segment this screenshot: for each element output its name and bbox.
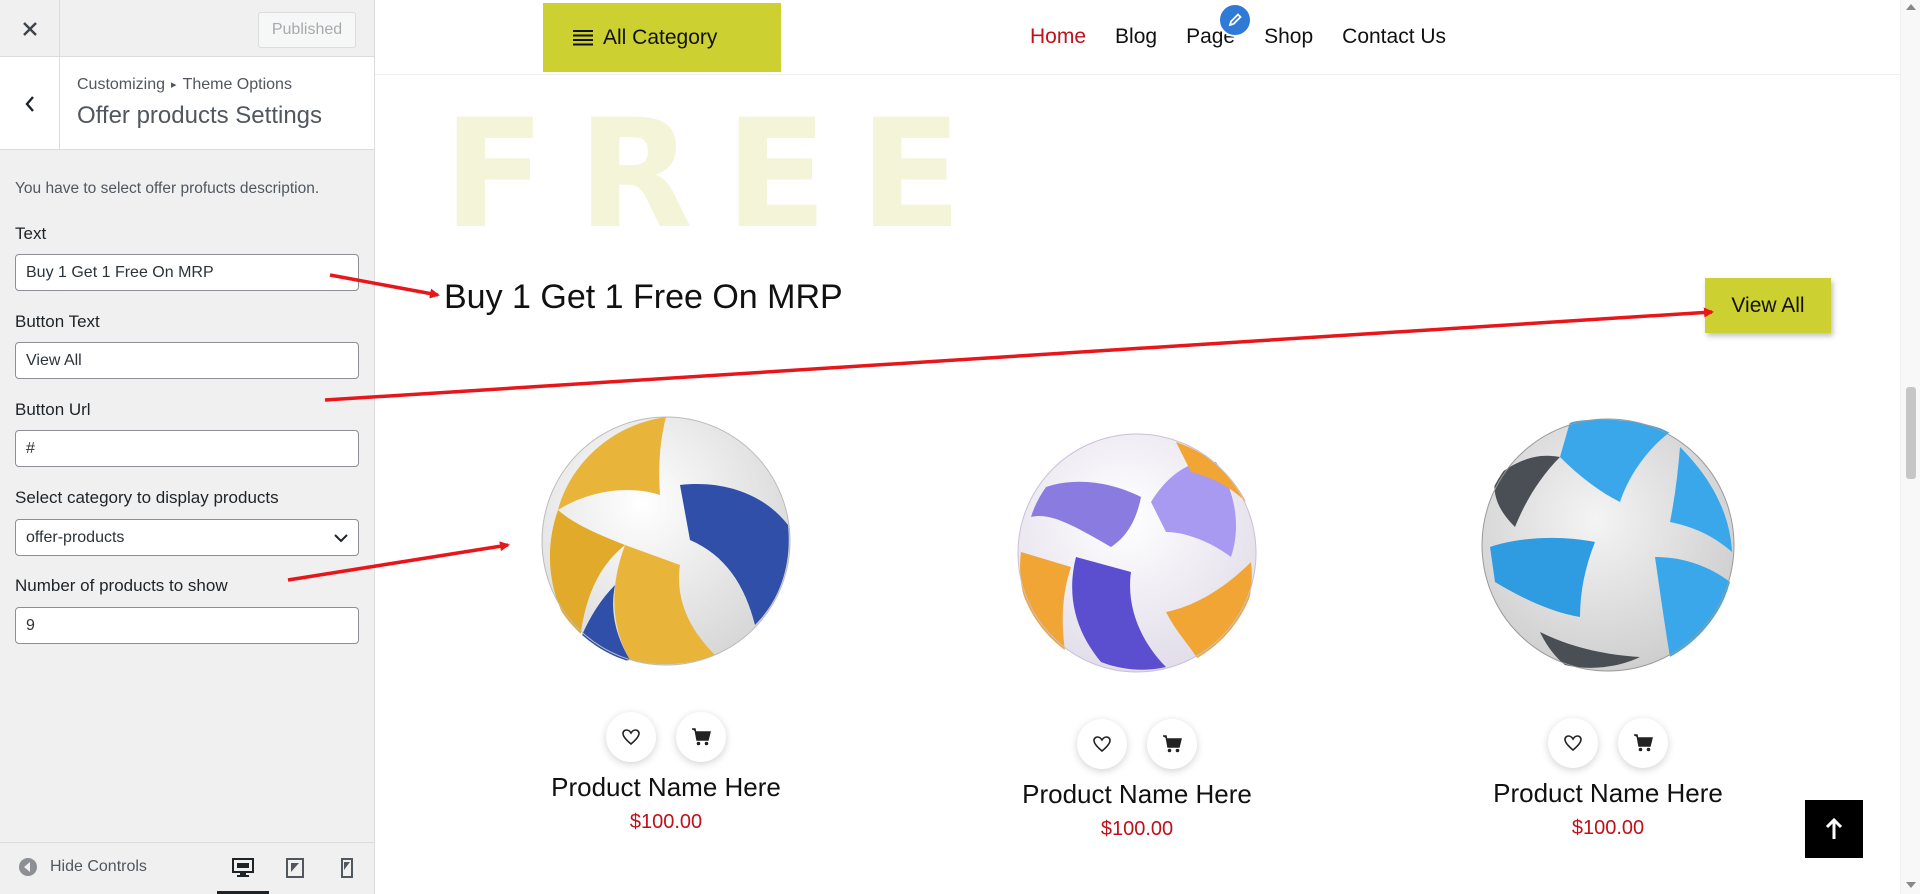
heart-icon <box>1564 735 1582 751</box>
published-button[interactable]: Published <box>258 12 356 48</box>
product-actions <box>521 712 811 762</box>
breadcrumb-separator-icon: ▸ <box>171 79 177 91</box>
chevron-left-icon <box>24 95 34 112</box>
product-card[interactable]: Product Name Here $100.00 <box>992 432 1282 841</box>
button-text-label: Button Text <box>15 312 100 331</box>
volleyball-purple-orange-image <box>1017 433 1257 673</box>
product-card[interactable]: Product Name Here $100.00 <box>521 415 811 834</box>
site-preview: All Category Home Blog Page Shop Contact… <box>375 0 1920 894</box>
cart-icon <box>1163 735 1182 753</box>
all-category-button[interactable]: All Category <box>543 3 781 72</box>
tablet-icon <box>286 858 304 878</box>
product-count-label: Number of products to show <box>15 576 228 595</box>
volleyball-sky-blue-image <box>1481 418 1735 672</box>
add-to-cart-button[interactable] <box>1618 718 1668 768</box>
cart-icon <box>1634 734 1653 752</box>
product-count-field[interactable]: 9 <box>15 607 359 644</box>
arrow-up-icon <box>1825 818 1843 839</box>
menu-item-blog[interactable]: Blog <box>1115 25 1157 49</box>
pencil-icon <box>1228 13 1242 27</box>
hide-controls-label: Hide Controls <box>50 858 147 875</box>
site-header: All Category Home Blog Page Shop Contact… <box>375 0 1900 75</box>
wishlist-button[interactable] <box>1548 718 1598 768</box>
cart-icon <box>692 728 711 746</box>
scroll-to-top-button[interactable] <box>1805 800 1863 858</box>
customizer-sidebar: Published Customizing ▸ Theme Options Offe… <box>0 0 375 894</box>
close-customizer-button[interactable] <box>0 0 60 57</box>
desktop-preview-button[interactable] <box>217 853 269 894</box>
product-price: $100.00 <box>629 811 703 833</box>
offer-background-word: FREE <box>443 88 994 262</box>
button-url-field[interactable]: # <box>15 430 359 467</box>
back-button[interactable] <box>0 57 60 150</box>
category-select-value: offer-products <box>26 528 125 546</box>
scroll-down-arrow-icon[interactable] <box>1906 882 1916 888</box>
scrollbar-thumb[interactable] <box>1906 387 1916 479</box>
product-price: $100.00 <box>1571 817 1645 839</box>
view-all-button[interactable]: View All <box>1705 278 1831 333</box>
button-url-label: Button Url <box>15 400 91 419</box>
volleyball-yellow-blue-image <box>541 416 791 666</box>
breadcrumb: Customizing ▸ Theme Options <box>77 76 292 94</box>
product-name[interactable]: Product Name Here <box>1463 778 1753 809</box>
mobile-preview-button[interactable] <box>329 853 365 883</box>
menu-item-contact[interactable]: Contact Us <box>1342 25 1446 49</box>
wishlist-button[interactable] <box>606 712 656 762</box>
desktop-icon <box>232 858 254 877</box>
heart-icon <box>1093 736 1111 752</box>
product-name[interactable]: Product Name Here <box>992 779 1282 810</box>
customizer-footer: Hide Controls <box>0 842 374 894</box>
panel-header: Customizing ▸ Theme Options Offer products… <box>0 57 374 150</box>
panel-description: You have to select offer profucts descri… <box>15 180 320 197</box>
add-to-cart-button[interactable] <box>676 712 726 762</box>
button-text-field[interactable]: View All <box>15 342 359 379</box>
tablet-preview-button[interactable] <box>277 853 313 883</box>
customizer-header: Published <box>0 0 374 57</box>
text-field-label: Text <box>15 224 47 243</box>
close-icon <box>22 21 37 36</box>
all-category-label: All Category <box>603 25 718 49</box>
menu-item-shop[interactable]: Shop <box>1264 25 1313 49</box>
heart-icon <box>622 729 640 745</box>
collapse-arrow-icon <box>19 858 37 876</box>
menu-item-home[interactable]: Home <box>1030 25 1086 49</box>
hamburger-icon <box>573 29 593 45</box>
category-select[interactable]: offer-products <box>15 519 359 556</box>
main-menu: Home Blog Page Shop Contact Us <box>1030 25 1475 49</box>
scroll-up-arrow-icon[interactable] <box>1906 4 1916 10</box>
category-select-label: Select category to display products <box>15 488 279 507</box>
hide-controls-button[interactable]: Hide Controls <box>18 857 147 877</box>
breadcrumb-root: Customizing <box>77 76 166 93</box>
product-actions <box>1463 718 1753 768</box>
product-name[interactable]: Product Name Here <box>521 772 811 803</box>
product-actions <box>992 719 1282 769</box>
text-field[interactable]: Buy 1 Get 1 Free On MRP <box>15 254 359 291</box>
breadcrumb-section: Theme Options <box>182 76 292 93</box>
chevron-down-icon <box>334 533 348 542</box>
add-to-cart-button[interactable] <box>1147 719 1197 769</box>
edit-shortcut-button[interactable] <box>1218 3 1252 37</box>
wishlist-button[interactable] <box>1077 719 1127 769</box>
customizer-window: { "header": { "close_icon": "close-icon"… <box>0 0 1920 894</box>
product-card[interactable]: Product Name Here $100.00 <box>1463 417 1753 840</box>
offer-heading: Buy 1 Get 1 Free On MRP <box>444 278 843 316</box>
panel-title: Offer products Settings <box>77 102 323 129</box>
mobile-icon <box>341 858 353 878</box>
product-price: $100.00 <box>1100 818 1174 840</box>
preview-scrollbar[interactable] <box>1900 0 1920 894</box>
